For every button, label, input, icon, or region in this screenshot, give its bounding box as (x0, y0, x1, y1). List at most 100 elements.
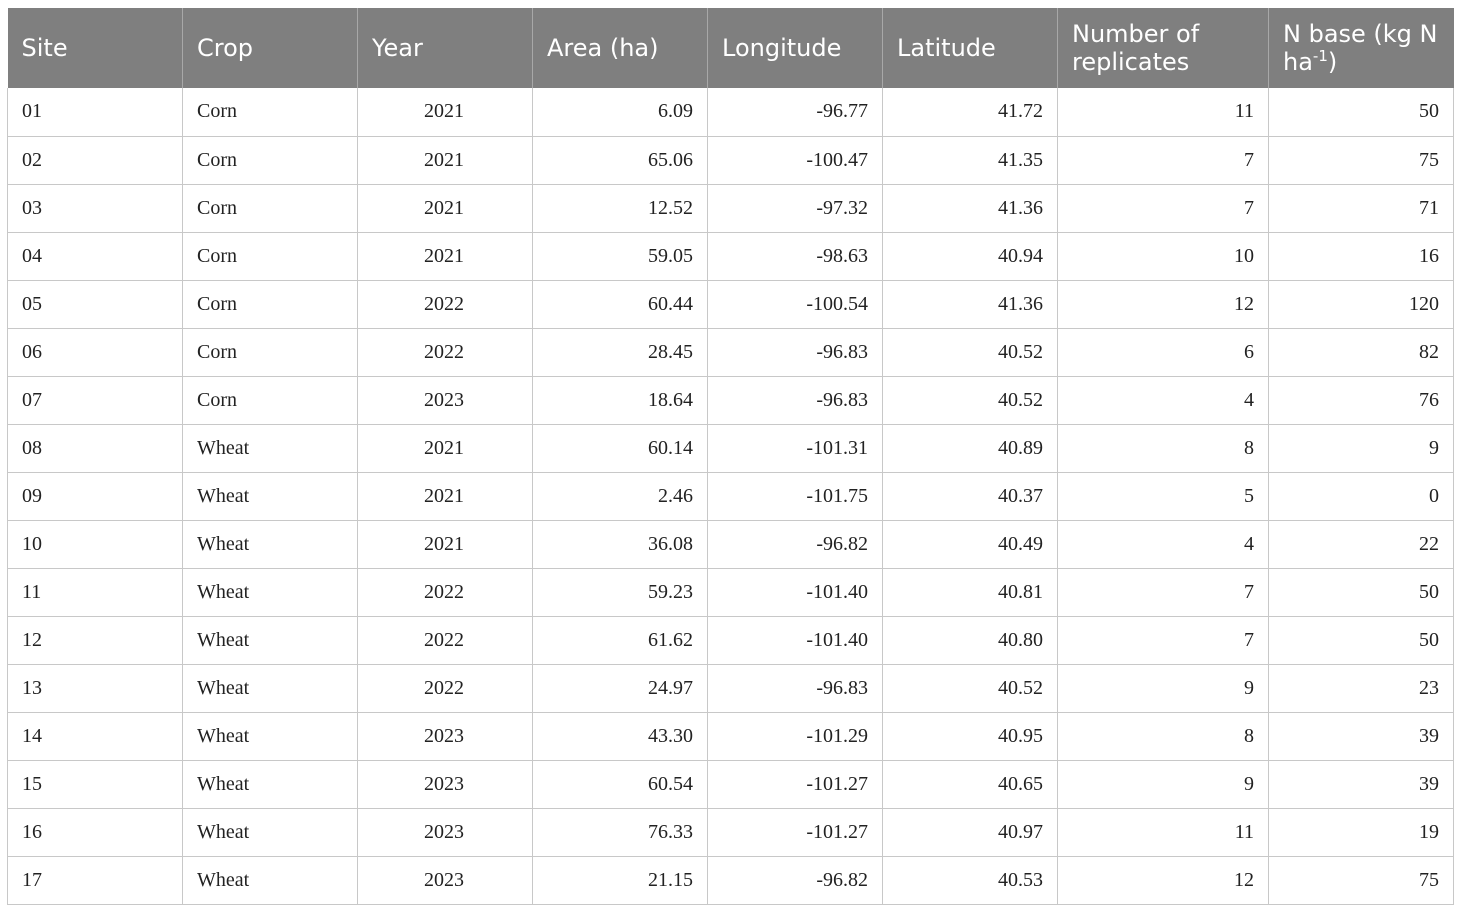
cell-latitude: 41.36 (882, 184, 1058, 233)
cell-n-base: 76 (1268, 376, 1454, 425)
table-row: 10 Wheat 2021 36.08 -96.82 40.49 4 22 (7, 520, 1454, 569)
cell-n-base: 50 (1268, 616, 1454, 665)
cell-longitude: -96.82 (707, 856, 883, 905)
cell-crop: Corn (182, 328, 358, 377)
cell-longitude: -101.27 (707, 760, 883, 809)
cell-longitude: -101.40 (707, 616, 883, 665)
cell-year: 2022 (357, 280, 533, 329)
header-area: Area (ha) (532, 8, 708, 88)
cell-latitude: 41.35 (882, 136, 1058, 185)
cell-n-base: 39 (1268, 760, 1454, 809)
cell-n-base: 9 (1268, 424, 1454, 473)
cell-n-base: 71 (1268, 184, 1454, 233)
cell-site: 03 (7, 184, 183, 233)
cell-site: 06 (7, 328, 183, 377)
cell-site: 17 (7, 856, 183, 905)
cell-area: 65.06 (532, 136, 708, 185)
table-row: 09 Wheat 2021 2.46 -101.75 40.37 5 0 (7, 472, 1454, 521)
cell-crop: Wheat (182, 520, 358, 569)
cell-replicates: 11 (1057, 88, 1269, 137)
cell-replicates: 8 (1057, 424, 1269, 473)
cell-n-base: 39 (1268, 712, 1454, 761)
cell-longitude: -96.82 (707, 520, 883, 569)
header-longitude: Longitude (707, 8, 883, 88)
cell-area: 60.14 (532, 424, 708, 473)
cell-site: 09 (7, 472, 183, 521)
cell-site: 07 (7, 376, 183, 425)
cell-year: 2022 (357, 328, 533, 377)
cell-latitude: 40.37 (882, 472, 1058, 521)
cell-replicates: 9 (1057, 760, 1269, 809)
cell-replicates: 12 (1057, 856, 1269, 905)
cell-crop: Wheat (182, 664, 358, 713)
table-row: 17 Wheat 2023 21.15 -96.82 40.53 12 75 (7, 856, 1454, 905)
cell-crop: Corn (182, 88, 358, 137)
cell-area: 36.08 (532, 520, 708, 569)
cell-crop: Corn (182, 136, 358, 185)
cell-replicates: 11 (1057, 808, 1269, 857)
cell-latitude: 40.97 (882, 808, 1058, 857)
cell-longitude: -100.47 (707, 136, 883, 185)
cell-crop: Corn (182, 280, 358, 329)
header-n-base-prefix: N base (kg N ha (1283, 20, 1438, 76)
cell-area: 60.44 (532, 280, 708, 329)
cell-latitude: 41.72 (882, 88, 1058, 137)
cell-latitude: 40.53 (882, 856, 1058, 905)
header-n-base: N base (kg N ha-1) (1268, 8, 1454, 88)
cell-n-base: 0 (1268, 472, 1454, 521)
cell-longitude: -96.77 (707, 88, 883, 137)
cell-longitude: -96.83 (707, 664, 883, 713)
cell-n-base: 82 (1268, 328, 1454, 377)
cell-longitude: -98.63 (707, 232, 883, 281)
cell-latitude: 40.95 (882, 712, 1058, 761)
cell-replicates: 12 (1057, 280, 1269, 329)
cell-replicates: 6 (1057, 328, 1269, 377)
cell-year: 2021 (357, 472, 533, 521)
cell-year: 2021 (357, 88, 533, 137)
cell-year: 2022 (357, 616, 533, 665)
cell-latitude: 40.89 (882, 424, 1058, 473)
cell-site: 15 (7, 760, 183, 809)
site-table: Site Crop Year Area (ha) Longitude Latit… (7, 8, 1454, 905)
cell-site: 02 (7, 136, 183, 185)
cell-longitude: -101.40 (707, 568, 883, 617)
cell-replicates: 7 (1057, 616, 1269, 665)
table-header: Site Crop Year Area (ha) Longitude Latit… (7, 8, 1454, 88)
header-latitude: Latitude (882, 8, 1058, 88)
cell-area: 43.30 (532, 712, 708, 761)
cell-area: 2.46 (532, 472, 708, 521)
cell-crop: Corn (182, 232, 358, 281)
cell-replicates: 7 (1057, 136, 1269, 185)
cell-n-base: 22 (1268, 520, 1454, 569)
cell-n-base: 19 (1268, 808, 1454, 857)
cell-longitude: -101.27 (707, 808, 883, 857)
cell-crop: Corn (182, 184, 358, 233)
cell-n-base: 75 (1268, 856, 1454, 905)
header-replicates: Number of replicates (1057, 8, 1269, 88)
table-row: 03 Corn 2021 12.52 -97.32 41.36 7 71 (7, 184, 1454, 233)
table-row: 04 Corn 2021 59.05 -98.63 40.94 10 16 (7, 232, 1454, 281)
cell-site: 16 (7, 808, 183, 857)
cell-n-base: 23 (1268, 664, 1454, 713)
cell-site: 01 (7, 88, 183, 137)
cell-longitude: -100.54 (707, 280, 883, 329)
cell-year: 2022 (357, 568, 533, 617)
header-n-base-suffix: ) (1327, 48, 1338, 76)
cell-crop: Wheat (182, 472, 358, 521)
cell-latitude: 40.80 (882, 616, 1058, 665)
table-row: 15 Wheat 2023 60.54 -101.27 40.65 9 39 (7, 760, 1454, 809)
cell-area: 61.62 (532, 616, 708, 665)
table-row: 12 Wheat 2022 61.62 -101.40 40.80 7 50 (7, 616, 1454, 665)
header-year: Year (357, 8, 533, 88)
cell-latitude: 40.52 (882, 328, 1058, 377)
cell-area: 24.97 (532, 664, 708, 713)
cell-site: 05 (7, 280, 183, 329)
cell-replicates: 10 (1057, 232, 1269, 281)
cell-crop: Wheat (182, 856, 358, 905)
cell-replicates: 5 (1057, 472, 1269, 521)
cell-site: 12 (7, 616, 183, 665)
cell-year: 2021 (357, 520, 533, 569)
cell-replicates: 7 (1057, 184, 1269, 233)
cell-site: 10 (7, 520, 183, 569)
table-row: 16 Wheat 2023 76.33 -101.27 40.97 11 19 (7, 808, 1454, 857)
